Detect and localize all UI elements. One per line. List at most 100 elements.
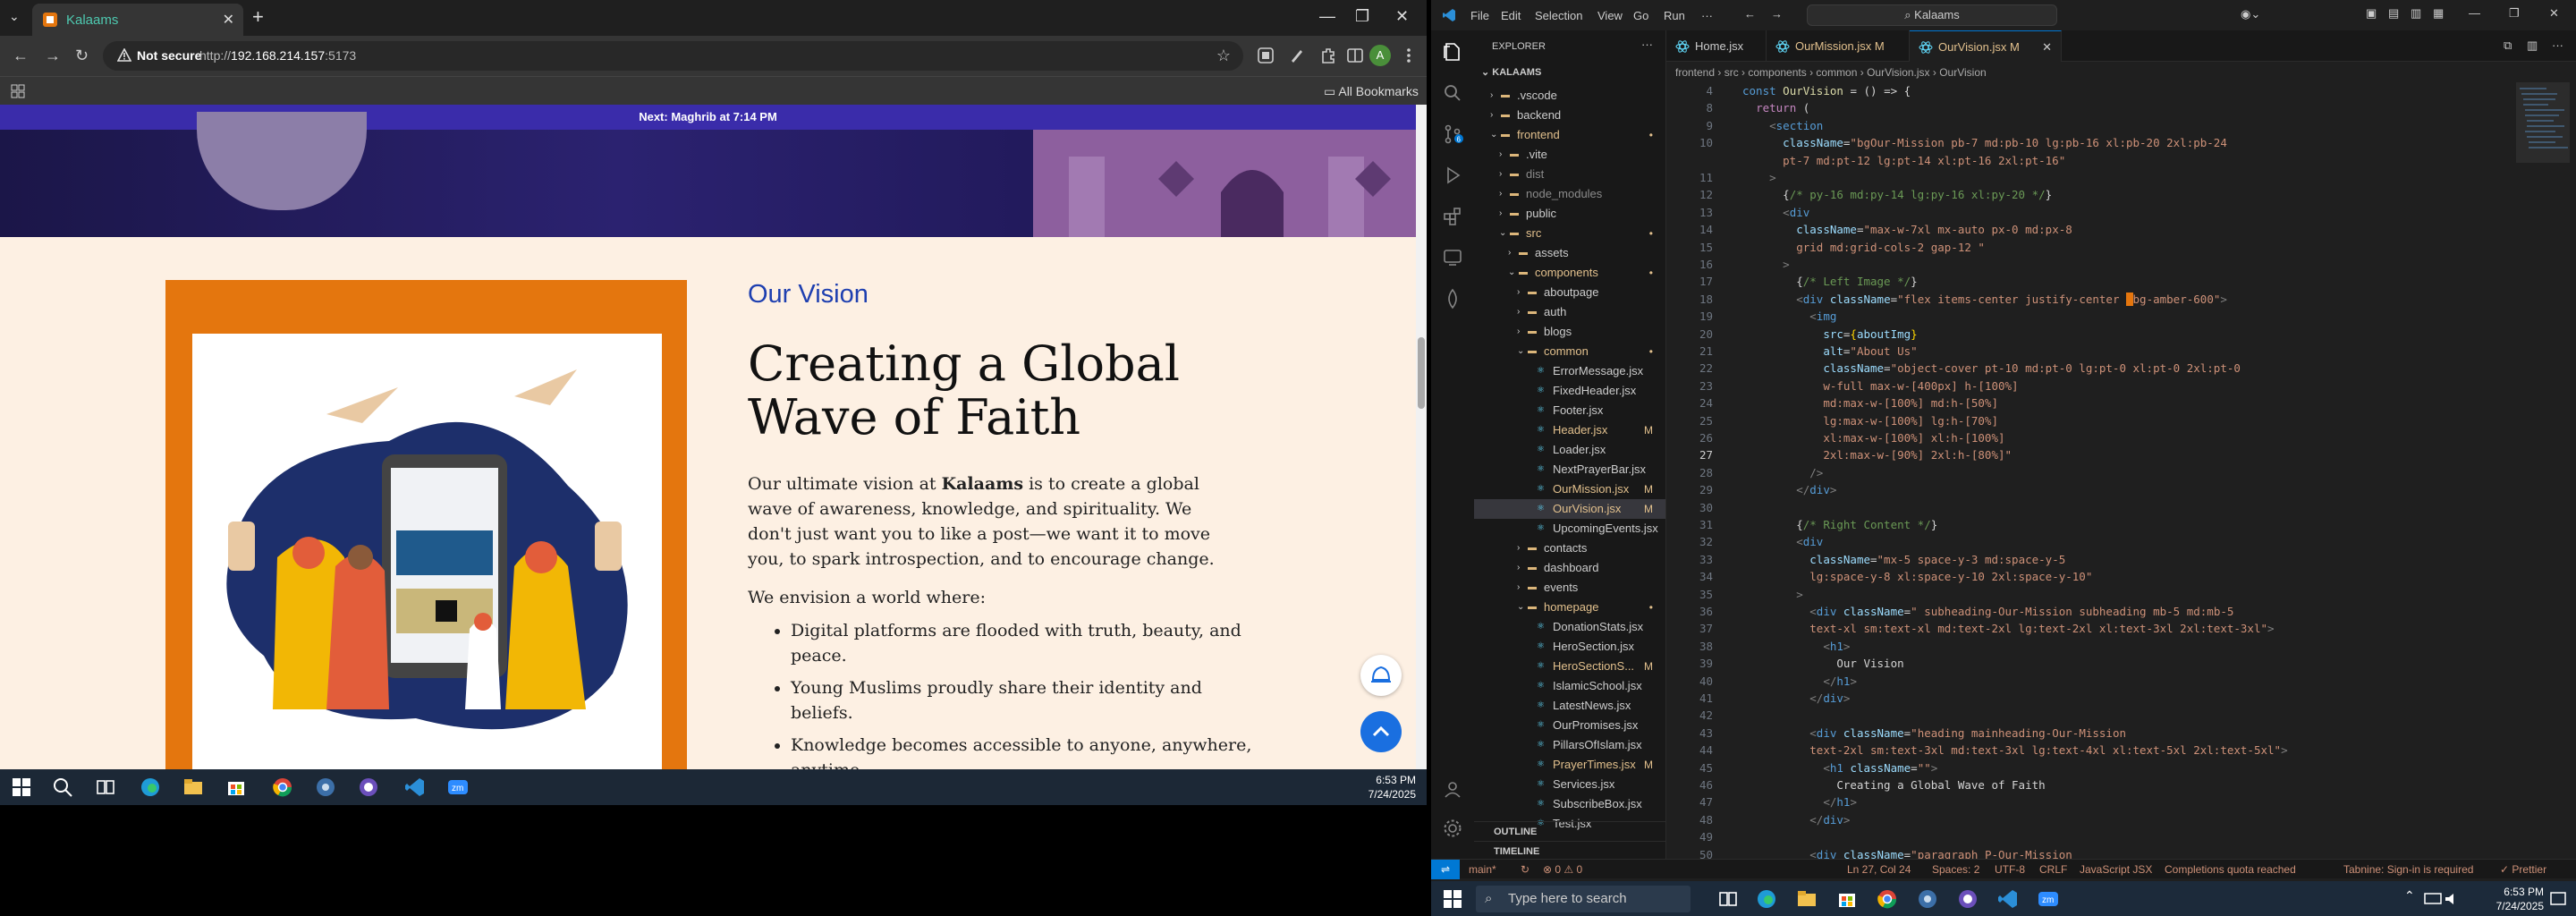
code-line[interactable]: 27 2xl:max-w-[90%] 2xl:h-[80%]" <box>1666 446 2507 463</box>
code-text[interactable]: className="bgOur-Mission pb-7 md:pb-10 l… <box>1742 134 2227 151</box>
code-line[interactable]: 48 </div> <box>1666 811 2507 828</box>
settings-gear-icon[interactable] <box>1442 818 1463 839</box>
code-line[interactable]: 17 {/* Left Image */} <box>1666 273 2507 290</box>
search-icon[interactable] <box>1442 82 1463 104</box>
tree-folder[interactable]: › ▬ .vite <box>1474 145 1665 165</box>
code-text[interactable]: pt-7 md:pt-12 lg:pt-14 xl:pt-16 2xl:pt-1… <box>1742 152 2065 169</box>
split-editor-icon[interactable]: ▥ <box>2527 38 2538 53</box>
cursor-position[interactable]: Ln 27, Col 24 <box>1847 860 1911 879</box>
code-text[interactable]: Our Vision <box>1742 655 1903 672</box>
file-explorer-icon[interactable] <box>182 776 204 798</box>
code-line[interactable]: 37 text-xl sm:text-xl md:text-2xl lg:tex… <box>1666 620 2507 637</box>
code-line[interactable]: 11 > <box>1666 169 2507 186</box>
tree-file[interactable]: ⚛ Footer.jsx <box>1474 401 1665 420</box>
task-view-icon[interactable] <box>95 776 116 798</box>
code-text[interactable]: </div> <box>1742 811 1850 828</box>
code-line[interactable]: 20 src={aboutImg} <box>1666 326 2507 343</box>
tree-folder[interactable]: › ▬ public <box>1474 204 1665 224</box>
remote-clock[interactable]: 6:53 PM 7/24/2025 <box>1368 773 1416 802</box>
command-center-search[interactable]: ⌕ Kalaams <box>1807 4 2057 26</box>
code-text[interactable]: md:max-w-[100%] md:h-[50%] <box>1742 394 1998 411</box>
code-text[interactable]: </h1> <box>1742 673 1857 690</box>
tree-file[interactable]: ⚛ FixedHeader.jsx <box>1474 381 1665 401</box>
code-text[interactable]: </div> <box>1742 481 1836 498</box>
code-text[interactable]: </h1> <box>1742 793 1857 810</box>
volume-icon[interactable] <box>2442 888 2463 910</box>
code-text[interactable]: Creating a Global Wave of Faith <box>1742 776 2045 793</box>
task-view-icon[interactable] <box>1717 888 1739 910</box>
notifications-icon[interactable] <box>2547 888 2569 910</box>
line-endings[interactable]: CRLF <box>2039 860 2067 879</box>
code-text[interactable]: grid md:grid-cols-2 gap-12 " <box>1742 239 1985 256</box>
code-text[interactable]: alt="About Us" <box>1742 343 1917 360</box>
editor-more-icon[interactable]: ··· <box>2552 38 2563 52</box>
code-text[interactable]: className="mx-5 space-y-3 md:space-y-5 <box>1742 551 2065 568</box>
tree-file[interactable]: ⚛ IslamicSchool.jsx <box>1474 676 1665 696</box>
github-icon[interactable] <box>358 776 379 798</box>
tree-file[interactable]: ⚛ HeroSection.jsx <box>1474 637 1665 657</box>
tree-file[interactable]: ⚛ OurPromises.jsx <box>1474 716 1665 735</box>
code-text[interactable]: <img <box>1742 308 1836 325</box>
code-line[interactable]: 22 className="object-cover pt-10 md:pt-0… <box>1666 360 2507 377</box>
code-line[interactable]: 47 </h1> <box>1666 793 2507 810</box>
code-text[interactable]: <div className="flex items-center justif… <box>1742 291 2227 308</box>
outline-section[interactable]: OUTLINE <box>1474 821 1665 841</box>
tree-folder[interactable]: › ▬ assets <box>1474 243 1665 263</box>
code-line[interactable]: 30 <box>1666 499 2507 516</box>
code-line[interactable]: 16 > <box>1666 256 2507 273</box>
code-line[interactable]: 32 <div <box>1666 533 2507 550</box>
code-line[interactable]: 33 className="mx-5 space-y-3 md:space-y-… <box>1666 551 2507 568</box>
explorer-more-icon[interactable]: ··· <box>1641 38 1653 51</box>
code-line[interactable]: 15 grid md:grid-cols-2 gap-12 " <box>1666 239 2507 256</box>
explorer-icon[interactable] <box>1442 41 1463 63</box>
tree-file[interactable]: ⚛ ErrorMessage.jsx <box>1474 361 1665 381</box>
tree-file[interactable]: ⚛ PrayerTimes.jsx M <box>1474 755 1665 775</box>
code-text[interactable]: <div className="heading mainheading-Our-… <box>1742 725 2126 742</box>
split-view-icon[interactable] <box>1346 47 1364 64</box>
minimize-icon[interactable]: — <box>2469 6 2480 20</box>
menu-view[interactable]: View <box>1597 9 1623 22</box>
window-close-icon[interactable]: ✕ <box>2549 6 2559 21</box>
code-line[interactable]: 38 <h1> <box>1666 638 2507 655</box>
code-line[interactable]: 35 > <box>1666 586 2507 603</box>
code-text[interactable]: text-xl sm:text-xl md:text-2xl lg:text-2… <box>1742 620 2274 637</box>
tree-folder[interactable]: ⌄ ▬ common • <box>1474 342 1665 361</box>
code-text[interactable]: <div className=" subheading-Our-Mission … <box>1742 603 2233 620</box>
code-text[interactable]: className="object-cover pt-10 md:pt-0 lg… <box>1742 360 2241 377</box>
tree-file[interactable]: ⚛ NextPrayerBar.jsx <box>1474 460 1665 479</box>
tree-folder[interactable]: ⌄ ▬ frontend • <box>1474 125 1665 145</box>
code-line[interactable]: 14 className="max-w-7xl mx-auto px-0 md:… <box>1666 221 2507 238</box>
search-icon[interactable] <box>52 776 73 798</box>
code-line[interactable]: 39 Our Vision <box>1666 655 2507 672</box>
code-line[interactable]: 41 </div> <box>1666 690 2507 707</box>
source-control-icon[interactable]: 6 <box>1442 123 1463 145</box>
bookmark-star-icon[interactable]: ☆ <box>1216 47 1231 65</box>
code-line[interactable]: 19 <img <box>1666 308 2507 325</box>
code-line[interactable]: 10 className="bgOur-Mission pb-7 md:pb-1… <box>1666 134 2507 151</box>
code-text[interactable]: <div <box>1742 204 1809 221</box>
run-debug-icon[interactable] <box>1442 165 1463 186</box>
tree-folder[interactable]: › ▬ events <box>1474 578 1665 598</box>
sync-icon[interactable]: ↻ <box>1521 860 1530 879</box>
layout-secondary-icon[interactable]: ▥ <box>2411 6 2421 21</box>
tree-file[interactable]: ⚛ HeroSectionS... M <box>1474 657 1665 676</box>
code-text[interactable]: <div <box>1742 533 1823 550</box>
store-icon[interactable] <box>225 776 247 798</box>
menu-file[interactable]: File <box>1470 9 1489 22</box>
code-text[interactable]: > <box>1742 256 1790 273</box>
close-tab-icon[interactable]: ✕ <box>2042 31 2052 63</box>
code-line[interactable]: pt-7 md:pt-12 lg:pt-14 xl:pt-16 2xl:pt-1… <box>1666 152 2507 169</box>
code-line[interactable]: 45 <h1 className=""> <box>1666 759 2507 776</box>
extension-icon[interactable] <box>1257 47 1275 64</box>
zoom-icon[interactable]: zm <box>447 776 469 798</box>
app-icon[interactable] <box>315 776 336 798</box>
code-line[interactable]: 18 <div className="flex items-center jus… <box>1666 291 2507 308</box>
layout-sidebar-icon[interactable]: ▣ <box>2366 6 2377 21</box>
nav-forward-icon[interactable]: → <box>1771 7 1783 21</box>
code-line[interactable]: 4 const OurVision = () => { <box>1666 82 2507 99</box>
problems-count[interactable]: ⊗ 0 ⚠ 0 <box>1543 860 1582 879</box>
all-bookmarks-link[interactable]: ▭ All Bookmarks <box>1324 84 1419 99</box>
tab-home-jsx[interactable]: Home.jsx <box>1666 30 1767 62</box>
code-line[interactable]: 8 return ( <box>1666 99 2507 116</box>
customize-layout-icon[interactable]: ▦ <box>2433 6 2444 21</box>
